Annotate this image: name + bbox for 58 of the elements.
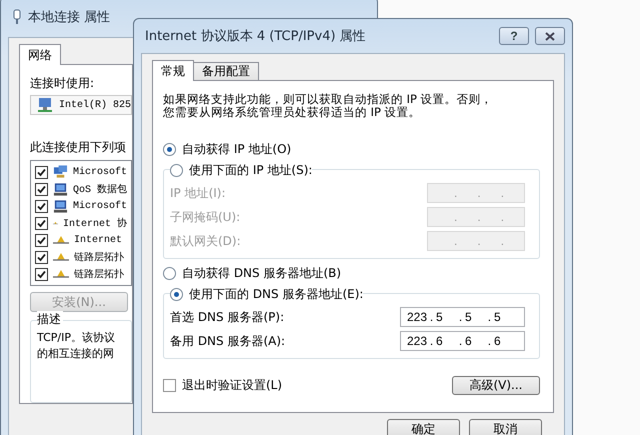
network-client-icon [53,165,68,179]
description-text: TCP/IP。该协议 [37,332,115,344]
computer-icon [53,198,68,214]
radio-label[interactable]: 使用下面的 IP 地址(S): [189,162,312,178]
ip-address-field[interactable]: 223 . 6 . 6 . 6 [400,331,525,351]
radio-label[interactable]: 自动获得 DNS 服务器地址(B) [182,264,342,282]
field-label: 子网掩码(U): [170,208,240,226]
radio-button[interactable] [163,266,176,280]
radio-button[interactable] [163,142,176,156]
section-label: 连接时使用: [30,75,94,92]
intro-text: 如果网络支持此功能，则可以获取自动指派的 IP 设置。否则， [163,93,493,106]
tab[interactable]: 备用配置 [193,62,259,81]
checkbox-label[interactable]: 退出时验证设置(L) [182,376,282,394]
dialog-button[interactable]: 确定 [387,419,460,435]
checkbox[interactable] [35,268,48,280]
checkbox[interactable] [35,166,48,178]
field-label: 备用 DNS 服务器(A): [170,332,286,350]
component-name[interactable]: QoS 数据包 [72,182,127,196]
radio-label[interactable]: 自动获得 IP 地址(O) [182,140,292,158]
description-text: 的相互连接的网 [37,348,114,360]
component-name[interactable]: Internet 协 [62,216,127,230]
radio-label[interactable]: 使用下面的 DNS 服务器地址(E): [189,286,364,302]
checkbox[interactable] [163,378,176,392]
protocol-icon [53,269,69,279]
computer-icon [53,182,68,196]
checkbox[interactable] [35,234,48,246]
field-label: 默认网关(D): [170,232,241,250]
checkbox[interactable] [35,250,48,264]
protocol-icon [53,252,69,262]
field-label: IP 地址(I): [170,184,226,202]
network-plug-icon [12,9,22,25]
close-button[interactable] [535,27,565,45]
ip-address-field[interactable]: 223 . 5 . 5 . 5 [400,307,525,327]
dialog-title: Internet 协议版本 4 (TCP/IPv4) 属性 [145,28,367,45]
dialog-button[interactable]: 取消 [469,419,542,435]
network-adapter-icon [37,97,53,113]
adapter-name: Intel(R) 825 [58,100,131,110]
intro-text: 您需要从网络系统管理员处获得适当的 IP 设置。 [163,106,421,119]
checkbox[interactable] [35,216,48,230]
section-label: 此连接使用下列项 [30,139,126,156]
component-name[interactable]: Microsoft [72,166,127,178]
advanced-button[interactable]: 高级(V)... [452,376,540,394]
protocol-icon [53,235,69,245]
checkbox[interactable] [35,182,48,196]
component-name[interactable]: 链路层拓扑 [74,250,124,264]
help-button[interactable]: ? [499,27,529,45]
radio-button[interactable] [170,288,183,300]
component-name[interactable]: Microsoft [72,200,127,212]
checkbox[interactable] [35,200,48,212]
tab[interactable]: 常规 [152,60,194,81]
window-title: 本地连接 属性 [28,9,112,26]
group-title: 描述 [37,311,63,328]
radio-button[interactable] [170,164,183,176]
close-icon [545,32,555,40]
component-name[interactable]: Internet [74,234,122,246]
field-label: 首选 DNS 服务器(P): [170,308,284,326]
component-name[interactable]: 链路层拓扑 [74,267,124,281]
tab[interactable]: 网络 [19,44,61,65]
